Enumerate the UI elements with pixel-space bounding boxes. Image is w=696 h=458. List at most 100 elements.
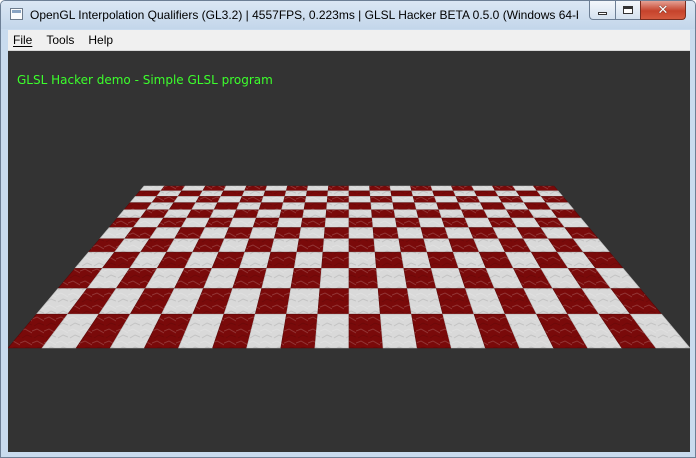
floor-tile-texture [392, 202, 417, 210]
floor-tile-texture [349, 209, 373, 219]
floor-tile-texture [434, 196, 459, 203]
floor-tile-texture [398, 238, 428, 253]
floor-tile-texture [401, 252, 432, 269]
floor-tile-texture [290, 268, 322, 289]
minimize-button[interactable] [589, 1, 615, 20]
floor-tile-texture [349, 238, 376, 253]
floor-tile-texture [307, 186, 329, 191]
floor-tile-texture [173, 196, 200, 203]
menu-bar: File Tools Help [8, 30, 690, 51]
window-controls: ✕ [589, 1, 686, 21]
floor-tile-texture [390, 190, 414, 197]
floor-tile-texture [202, 186, 226, 191]
floor-tile-texture [480, 202, 507, 210]
floor-tile-texture [349, 268, 379, 289]
floor-tile-texture [249, 227, 278, 239]
floor-tile-texture [242, 190, 266, 197]
floor-tile-texture [224, 227, 254, 239]
floor-tile-texture [191, 202, 218, 210]
floor-tile-texture [423, 238, 454, 253]
floor-tile-texture [327, 196, 349, 203]
title-bar[interactable]: OpenGL Interpolation Qualifiers (GL3.2) … [1, 1, 695, 29]
floor-tile-texture [349, 314, 384, 348]
floor-tile-texture [349, 218, 373, 228]
menu-help[interactable]: Help [81, 30, 120, 50]
floor-tile-texture [349, 227, 374, 239]
floor-tile-texture [177, 190, 203, 197]
floor-tile-texture [209, 209, 237, 219]
opengl-viewport[interactable]: GLSL Hacker demo - Simple GLSL program [8, 51, 690, 452]
floor-tile-texture [322, 238, 349, 253]
maximize-button[interactable] [615, 1, 640, 20]
floor-tile-texture [205, 218, 234, 228]
floor-tile-texture [369, 186, 391, 191]
floor-tile-texture [266, 252, 297, 269]
floor-tile-texture [321, 252, 349, 269]
floor-tile-texture [410, 186, 433, 191]
floor-tile-texture [411, 190, 435, 197]
menu-tools[interactable]: Tools [39, 30, 81, 50]
floor-tile-texture [349, 288, 381, 315]
floor-tile-texture [304, 202, 328, 210]
floor-tile-texture [326, 202, 349, 210]
floor-tile-texture [281, 202, 306, 210]
app-window: OpenGL Interpolation Qualifiers (GL3.2) … [0, 0, 696, 458]
floor-tile-texture [256, 209, 282, 219]
floor-tile-texture [286, 186, 308, 191]
floor-tile-texture [296, 238, 325, 253]
checkerboard-floor [8, 185, 690, 349]
floor-tile-texture [413, 196, 437, 203]
floor-tile-texture [325, 209, 349, 219]
floor-tile-texture [396, 227, 424, 239]
floor-tile-texture [220, 190, 245, 197]
floor-tile-texture [436, 202, 462, 210]
window-title: OpenGL Interpolation Qualifiers (GL3.2) … [30, 8, 578, 22]
floor-tile-texture [390, 186, 412, 191]
floor-tile-texture [283, 196, 307, 203]
floor-tile-texture [349, 196, 371, 203]
floor-tile-texture [453, 190, 478, 197]
floor-tile-texture [370, 196, 393, 203]
floor-tile-texture [327, 190, 349, 197]
floor-tile-texture [380, 314, 418, 348]
floor-tile-texture [369, 190, 392, 197]
floor-tile-texture [306, 190, 329, 197]
floor-tile-texture [492, 186, 517, 191]
floor-tile-texture [495, 190, 521, 197]
floor-tile-texture [458, 202, 484, 210]
close-button[interactable]: ✕ [640, 1, 686, 20]
floor-tile-texture [299, 227, 326, 239]
floor-tile-texture [451, 186, 475, 191]
floor-tile-texture [349, 190, 371, 197]
floor-tile-texture [391, 196, 415, 203]
floor-tile-texture [253, 218, 280, 228]
floor-tile-texture [395, 218, 421, 228]
floor-tile-texture [236, 202, 262, 210]
floor-tile-texture [223, 186, 247, 191]
floor-tile-texture [270, 238, 300, 253]
floor-tile-texture [328, 186, 349, 191]
floor-tile-texture [244, 186, 267, 191]
floor-tile-texture [277, 218, 303, 228]
floor-tile-texture [195, 196, 221, 203]
floor-tile-texture [286, 288, 320, 315]
floor-tile-texture [156, 190, 182, 197]
floor-tile-texture [274, 227, 302, 239]
floor-tile-texture [420, 227, 449, 239]
floor-tile-texture [394, 209, 419, 219]
floor-tile-texture [414, 202, 439, 210]
menu-file[interactable]: File [8, 30, 39, 50]
floor-tile-texture [378, 288, 412, 315]
floor-tile-texture [349, 252, 377, 269]
app-window-icon[interactable] [10, 8, 23, 20]
floor-tile-texture [261, 268, 295, 289]
floor-tile-texture [439, 209, 465, 219]
floor-tile-texture [370, 202, 394, 210]
floor-tile-texture [279, 209, 304, 219]
floor-tile-texture [139, 186, 165, 191]
floor-tile-texture [214, 202, 240, 210]
floor-tile-texture [513, 186, 538, 191]
floor-tile-texture [317, 288, 349, 315]
floor-tile-texture [314, 314, 349, 348]
floor-tile-texture [229, 218, 257, 228]
